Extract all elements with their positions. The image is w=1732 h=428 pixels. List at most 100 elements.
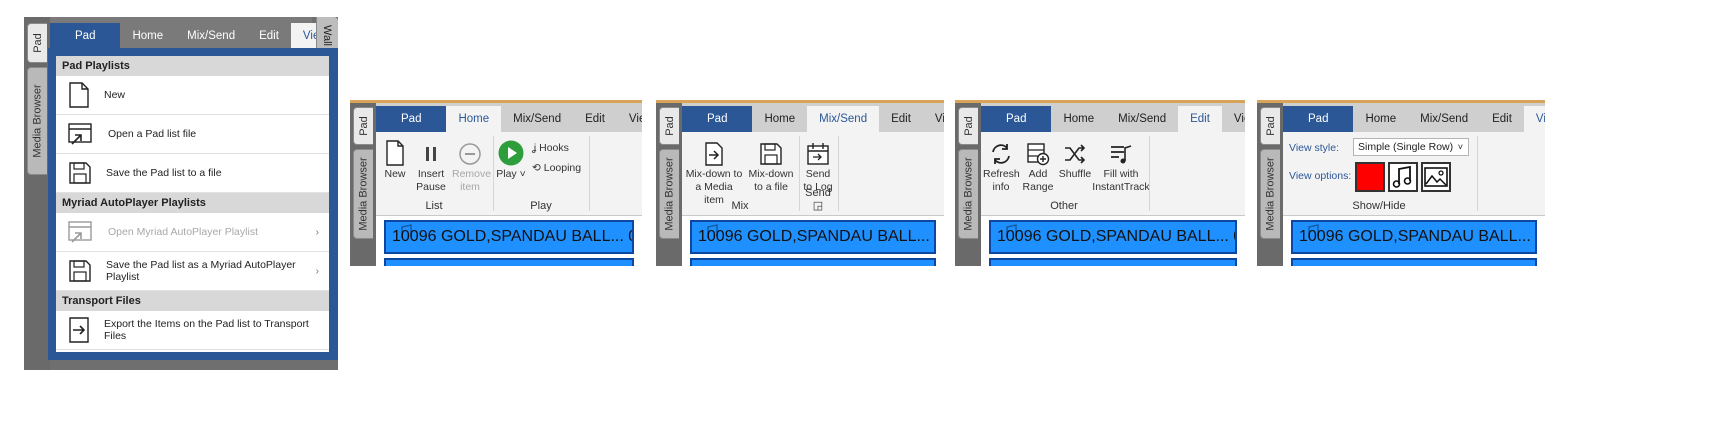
view-style-select[interactable]: Simple (Single Row) ˅	[1353, 138, 1469, 156]
home-ribbon: New Insert Pause Remove item List Play ˅ ʝ…	[376, 132, 642, 216]
side-rail: Pad Media Browser	[24, 17, 50, 370]
side-tab-media-browser[interactable]: Media Browser	[659, 149, 679, 239]
new-document-icon	[68, 82, 98, 108]
tab-edit[interactable]: Edit	[573, 106, 617, 132]
side-tab-pad[interactable]: Pad	[958, 107, 978, 145]
looping-toggle[interactable]: ⟲ Looping	[532, 162, 592, 175]
group-label-list: List	[425, 200, 443, 212]
side-tab-pad[interactable]: Pad	[659, 107, 679, 145]
track-row[interactable]: 10096 GOLD,SPANDAU BALL... 03:46E	[989, 220, 1237, 254]
track-row-next[interactable]	[989, 258, 1237, 266]
export-icon	[68, 317, 98, 343]
add-range-button[interactable]: Add Range	[1021, 142, 1055, 194]
track-row-next[interactable]	[384, 258, 634, 266]
menu-item-label: Save the Pad list as a Myriad AutoPlayer…	[106, 259, 296, 283]
tab-home[interactable]: Home	[1051, 106, 1106, 132]
menu-item[interactable]: Save the Pad list as a Myriad AutoPlayer…	[56, 252, 329, 291]
side-tab-pad[interactable]: Pad	[1260, 107, 1280, 145]
tab-pad[interactable]: Pad	[682, 106, 753, 132]
tab-home[interactable]: Home	[446, 106, 502, 132]
ribbon-tab-bar: Pad Home Mix/Send Edit View	[50, 17, 338, 49]
refresh-info-button[interactable]: Refresh info	[983, 142, 1020, 194]
menu-item[interactable]: Export the Items on the Pad list to Tran…	[56, 311, 329, 350]
tab-view[interactable]: View	[617, 106, 642, 132]
view-options-label: View options:	[1289, 170, 1352, 182]
tab-mix-send[interactable]: Mix/Send	[1408, 106, 1480, 132]
tab-home[interactable]: Home	[120, 23, 175, 49]
insert-pause-button[interactable]: Insert Pause	[414, 142, 448, 194]
red-color-option[interactable]	[1355, 162, 1385, 192]
track-row-next[interactable]	[1291, 258, 1537, 266]
dialog-launcher-icon[interactable]: ◲	[813, 200, 823, 212]
ribbon-group-list: New Insert Pause Remove item List	[376, 132, 492, 215]
tab-pad[interactable]: Pad	[1283, 106, 1354, 132]
tab-mix-send[interactable]: Mix/Send	[1106, 106, 1178, 132]
tab-view[interactable]: View	[1222, 106, 1245, 132]
group-label-show-hide: Show/Hide	[1352, 200, 1406, 212]
menu-item-label: Open Myriad AutoPlayer Playlist	[108, 226, 258, 238]
music-note-icon	[401, 224, 412, 238]
tab-edit[interactable]: Edit	[1178, 106, 1222, 132]
tab-mix-send[interactable]: Mix/Send	[501, 106, 573, 132]
remove-item-button[interactable]: Remove item	[452, 142, 491, 194]
remove-circle-icon	[459, 143, 481, 165]
tab-view[interactable]: View	[1523, 106, 1545, 132]
tab-mix-send[interactable]: Mix/Send	[807, 106, 880, 132]
side-tab-media-browser[interactable]: Media Browser	[353, 149, 373, 239]
chevron-down-icon: ˅	[1457, 142, 1463, 152]
music-note-icon	[1392, 165, 1412, 188]
side-tab-pad[interactable]: Pad	[353, 107, 373, 145]
menu-item[interactable]: Open Myriad AutoPlayer Playlist ›	[56, 213, 329, 252]
new-document-icon	[386, 140, 404, 166]
shuffle-button[interactable]: Shuffle	[1057, 142, 1093, 181]
menu-item-label: New	[104, 89, 126, 101]
tab-home[interactable]: Home	[1353, 106, 1408, 132]
track-row[interactable]: 10096 GOLD,SPANDAU BALL... 03:46E	[690, 220, 936, 254]
side-tab-media-browser[interactable]: Media Browser	[958, 149, 978, 239]
track-label: 10096 GOLD,SPANDAU BALL... 03:46E	[392, 228, 632, 245]
document-arrow-icon	[705, 142, 723, 166]
new-button[interactable]: New	[382, 140, 408, 181]
mix-send-ribbon: Mix-down to a Media item Mix-down to a fil…	[682, 132, 944, 216]
hooks-toggle[interactable]: ʝ Hooks	[532, 142, 592, 155]
menu-item-label: Export the Items on the Pad list to Tran…	[104, 318, 309, 342]
tab-pad[interactable]: Pad	[376, 106, 447, 132]
tab-mix-send[interactable]: Mix/Send	[175, 23, 247, 49]
tab-edit[interactable]: Edit	[879, 106, 923, 132]
track-label: 10096 GOLD,SPANDAU BALL... 03:46E	[997, 228, 1235, 245]
side-tab-pad[interactable]: Pad	[27, 23, 47, 63]
menu-item[interactable]: Open a Pad list file	[56, 115, 329, 154]
tab-pad[interactable]: Pad	[50, 23, 121, 49]
menu-item[interactable]: New	[56, 76, 329, 115]
ribbon-group-play: Play ˅ ʝ Hooks ⟲ Looping Play	[494, 132, 588, 215]
tab-pad[interactable]: Pad	[981, 106, 1052, 132]
tab-view[interactable]: View	[923, 106, 944, 132]
mixdown-file-button[interactable]: Mix-down to a file	[746, 142, 796, 194]
tab-edit[interactable]: Edit	[1480, 106, 1524, 132]
side-rail: Pad Media Browser	[350, 103, 376, 266]
side-tab-media-browser[interactable]: Media Browser	[27, 67, 47, 175]
shuffle-icon	[1065, 144, 1086, 164]
menu-section-heading: Transport Files	[56, 291, 329, 311]
mixdown-media-button[interactable]: Mix-down to a Media item	[684, 142, 744, 207]
tab-home[interactable]: Home	[752, 106, 807, 132]
save-disk-icon	[760, 143, 782, 165]
edit-ribbon: Refresh info Add Range Shuffle Fill with In…	[981, 132, 1245, 216]
pad-list-area: 10096 GOLD,SPANDAU BALL... 03:46E	[682, 216, 944, 266]
picture-icon	[1424, 167, 1448, 187]
ribbon-tab-bar: Pad Home Mix/Send Edit View	[1283, 103, 1545, 132]
track-row-next[interactable]	[690, 258, 936, 266]
pad-menu-list: Pad Playlists New Open a Pad list file Save…	[56, 56, 329, 352]
track-row[interactable]: 10096 GOLD,SPANDAU BALL... 03:46E	[384, 220, 634, 254]
image-option[interactable]	[1421, 162, 1451, 192]
play-button[interactable]: Play ˅	[496, 140, 526, 181]
ribbon-group-other: Refresh info Add Range Shuffle Fill with In…	[981, 132, 1150, 215]
menu-section-heading: Myriad AutoPlayer Playlists	[56, 193, 329, 213]
side-tab-media-browser[interactable]: Media Browser	[1260, 149, 1280, 239]
fill-instanttrack-button[interactable]: Fill with InstantTrack	[1091, 142, 1151, 194]
menu-item[interactable]: Save the Pad list to a file	[56, 154, 329, 193]
music-note-option[interactable]	[1388, 162, 1418, 192]
track-row[interactable]: 10096 GOLD,SPANDAU BALL... 03:46E	[1291, 220, 1537, 254]
pad-list-area: 10096 GOLD,SPANDAU BALL... 03:46E	[1283, 216, 1545, 266]
tab-edit[interactable]: Edit	[247, 23, 291, 49]
